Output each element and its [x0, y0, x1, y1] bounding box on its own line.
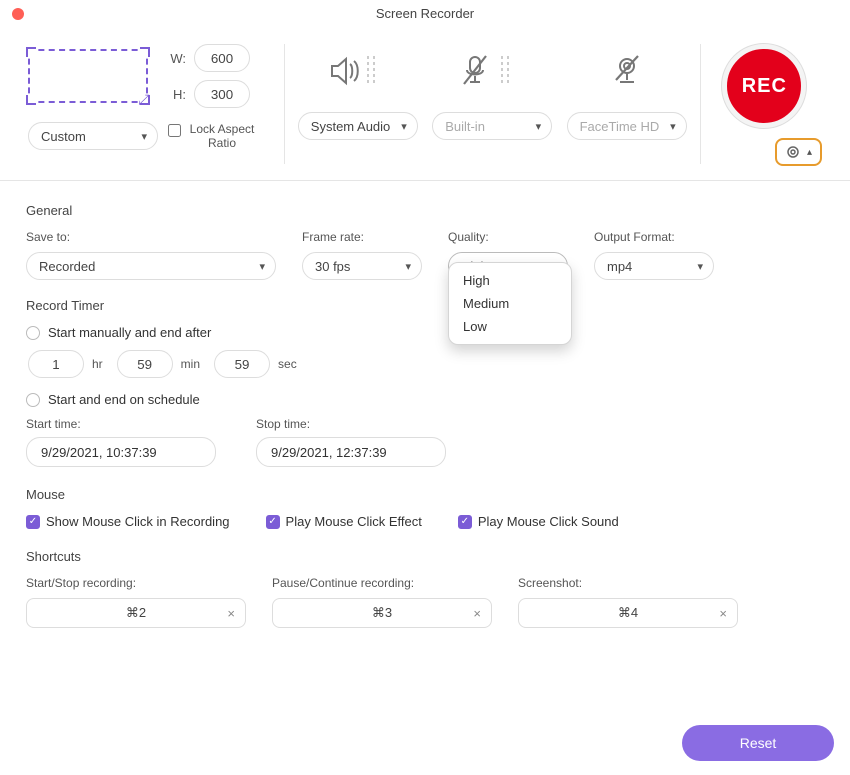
output-format-label: Output Format: [594, 230, 714, 244]
width-label: W: [166, 51, 186, 66]
camera-select[interactable]: FaceTime HD▾ [567, 112, 687, 140]
timer-heading: Record Timer [26, 298, 824, 313]
quality-option-low[interactable]: Low [449, 315, 571, 338]
record-button[interactable]: REC [722, 44, 806, 128]
save-to-label: Save to: [26, 230, 276, 244]
startstop-shortcut-label: Start/Stop recording: [26, 576, 246, 590]
settings-toggle-button[interactable]: ▴ [775, 138, 822, 166]
chevron-down-icon: ▾ [401, 120, 407, 133]
lock-aspect-checkbox[interactable]: Lock Aspect Ratio [168, 122, 257, 151]
quality-option-high[interactable]: High [449, 269, 571, 292]
chevron-down-icon: ▾ [141, 130, 147, 143]
audio-source-select[interactable]: System Audio▾ [298, 112, 418, 140]
shortcuts-heading: Shortcuts [26, 549, 824, 564]
height-label: H: [166, 87, 186, 102]
gear-icon [785, 144, 801, 160]
timer-manual-radio[interactable]: Start manually and end after [26, 325, 824, 340]
pause-shortcut-input[interactable]: ⌘3× [272, 598, 492, 628]
checkbox-checked-icon: ✓ [458, 515, 472, 529]
hours-input[interactable] [28, 350, 84, 378]
stop-time-input[interactable] [256, 437, 446, 467]
general-heading: General [26, 203, 824, 218]
chevron-down-icon: ▾ [259, 260, 265, 273]
show-mouse-click-checkbox[interactable]: ✓Show Mouse Click in Recording [26, 514, 230, 529]
output-format-select[interactable]: mp4▾ [594, 252, 714, 280]
seconds-input[interactable] [214, 350, 270, 378]
play-mouse-effect-checkbox[interactable]: ✓Play Mouse Click Effect [266, 514, 422, 529]
save-to-select[interactable]: Recorded▾ [26, 252, 276, 280]
radio-icon [26, 393, 40, 407]
clear-icon[interactable]: × [473, 606, 481, 621]
speaker-icon [328, 44, 388, 98]
camera-off-icon [610, 44, 644, 98]
pause-shortcut-label: Pause/Continue recording: [272, 576, 492, 590]
width-input[interactable] [194, 44, 250, 72]
mouse-heading: Mouse [26, 487, 824, 502]
checkbox-checked-icon: ✓ [26, 515, 40, 529]
frame-rate-select[interactable]: 30 fps▾ [302, 252, 422, 280]
microphone-select[interactable]: Built-in▾ [432, 112, 552, 140]
chevron-down-icon: ▾ [405, 260, 411, 273]
start-time-label: Start time: [26, 417, 216, 431]
radio-icon [26, 326, 40, 340]
play-mouse-sound-checkbox[interactable]: ✓Play Mouse Click Sound [458, 514, 619, 529]
window-title: Screen Recorder [0, 6, 850, 21]
startstop-shortcut-input[interactable]: ⌘2× [26, 598, 246, 628]
chevron-down-icon: ▾ [536, 120, 542, 133]
clear-icon[interactable]: × [719, 606, 727, 621]
region-mode-select[interactable]: Custom▾ [28, 122, 158, 150]
quality-label: Quality: [448, 230, 568, 244]
frame-rate-label: Frame rate: [302, 230, 422, 244]
timer-schedule-radio[interactable]: Start and end on schedule [26, 392, 824, 407]
stop-time-label: Stop time: [256, 417, 446, 431]
quality-option-medium[interactable]: Medium [449, 292, 571, 315]
quality-dropdown: High Medium Low [448, 262, 572, 345]
capture-region-icon[interactable]: ⤢ [28, 49, 148, 103]
microphone-off-icon [462, 44, 522, 98]
chevron-down-icon: ▾ [670, 120, 676, 133]
start-time-input[interactable] [26, 437, 216, 467]
chevron-down-icon: ▾ [697, 260, 703, 273]
chevron-up-icon: ▴ [807, 147, 812, 158]
checkbox-checked-icon: ✓ [266, 515, 280, 529]
screenshot-shortcut-input[interactable]: ⌘4× [518, 598, 738, 628]
clear-icon[interactable]: × [227, 606, 235, 621]
reset-button[interactable]: Reset [682, 725, 834, 761]
minutes-input[interactable] [117, 350, 173, 378]
screenshot-shortcut-label: Screenshot: [518, 576, 738, 590]
height-input[interactable] [194, 80, 250, 108]
